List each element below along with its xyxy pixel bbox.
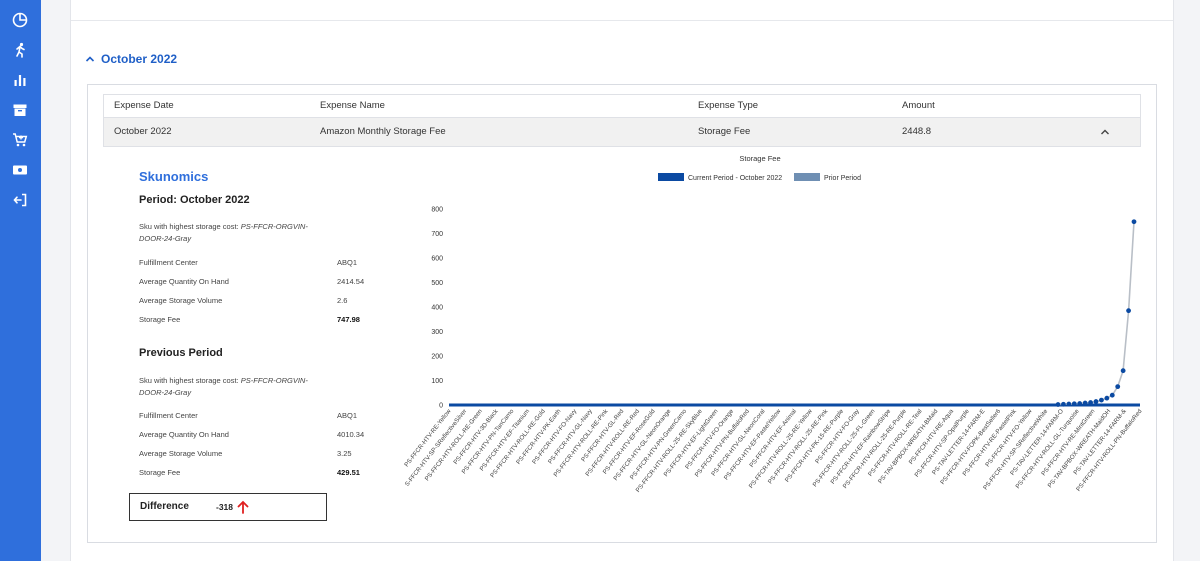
col-header-expense-name: Expense Name [320, 100, 385, 111]
current-qty-value: 2414.54 [337, 277, 365, 286]
brand-title: Skunomics [139, 169, 209, 184]
data-point [1104, 395, 1110, 401]
main-panel: October 2022 Expense Date Expense Name E… [70, 0, 1174, 561]
data-point [1088, 400, 1093, 405]
data-point [1115, 384, 1121, 390]
previous-fc-label: Fulfillment Center [139, 411, 198, 420]
cart-add-icon[interactable] [10, 130, 30, 150]
collapse-chevron-icon[interactable] [1100, 127, 1110, 137]
y-tick-label: 300 [431, 329, 443, 336]
y-tick-label: 200 [431, 354, 443, 361]
legend-label: Prior Period [824, 175, 861, 182]
previous-period-heading: Previous Period [139, 347, 223, 359]
previous-qty-value: 4010.34 [337, 430, 365, 439]
current-fc-value: ABQ1 [337, 258, 358, 267]
storage-fee-chart: Storage Fee Current Period - October 2022… [403, 154, 1144, 494]
current-volume-value: 2.6 [337, 296, 348, 305]
current-top-sku: Sku with highest storage cost: PS-FFCR-O… [139, 221, 309, 245]
previous-qty-label: Average Quantity On Hand [139, 430, 229, 439]
current-fee-label: Storage Fee [139, 315, 181, 324]
data-point [1066, 401, 1072, 407]
data-point [1082, 400, 1088, 406]
y-tick-label: 100 [431, 378, 443, 385]
running-person-icon[interactable] [10, 40, 30, 60]
difference-box: Difference -318 [129, 493, 327, 521]
data-point [1071, 401, 1077, 407]
current-qty-label: Average Quantity On Hand [139, 277, 229, 286]
col-header-expense-type: Expense Type [698, 100, 759, 111]
y-tick-label: 400 [431, 305, 443, 312]
month-section-label: October 2022 [101, 52, 178, 66]
data-point [1055, 402, 1061, 407]
y-tick-label: 800 [431, 207, 443, 214]
previous-fee-value: 429.51 [337, 468, 360, 477]
y-tick-label: 0 [439, 403, 443, 410]
data-point [1126, 308, 1131, 314]
logout-icon[interactable] [10, 190, 30, 210]
legend-label: Current Period - October 2022 [688, 175, 782, 182]
previous-sku-label: Sku with highest storage cost: [139, 376, 239, 385]
divider [71, 20, 1173, 21]
bar-chart-icon[interactable] [10, 70, 30, 90]
data-point [1061, 401, 1066, 407]
legend-swatch [794, 173, 820, 181]
dashboard-icon[interactable] [10, 10, 30, 30]
data-point [1077, 401, 1083, 406]
expense-card: Expense Date Expense Name Expense Type A… [87, 84, 1157, 543]
cell-amount: 2448.8 [902, 126, 932, 137]
previous-fc-value: ABQ1 [337, 411, 358, 420]
chevron-up-icon [85, 56, 95, 62]
month-section-toggle[interactable]: October 2022 [85, 52, 177, 66]
archive-icon[interactable] [10, 100, 30, 120]
cell-expense-name: Amazon Monthly Storage Fee [320, 126, 446, 137]
cell-expense-type: Storage Fee [698, 126, 751, 137]
legend-swatch [658, 173, 684, 181]
difference-value: -318 [216, 502, 234, 512]
cash-icon[interactable] [10, 160, 30, 180]
previous-volume-label: Average Storage Volume [139, 449, 223, 458]
difference-label: Difference [140, 501, 189, 512]
data-point [1109, 392, 1115, 398]
data-point [1131, 219, 1137, 225]
data-point [1099, 397, 1104, 403]
data-point [1093, 399, 1099, 404]
current-series-line [1057, 221, 1135, 406]
previous-top-sku: Sku with highest storage cost: PS-FFCR-O… [139, 375, 309, 399]
y-tick-label: 700 [431, 231, 443, 238]
table-header: Expense Date Expense Name Expense Type A… [104, 95, 1140, 118]
sidebar [0, 0, 41, 561]
current-period-heading: Period: October 2022 [139, 194, 250, 206]
arrow-up-icon [237, 500, 249, 514]
data-point [1120, 368, 1126, 374]
current-sku-label: Sku with highest storage cost: [139, 222, 239, 231]
col-header-amount: Amount [902, 100, 935, 111]
current-fee-value: 747.98 [337, 315, 360, 324]
expense-table: Expense Date Expense Name Expense Type A… [103, 94, 1141, 147]
previous-fee-label: Storage Fee [139, 468, 181, 477]
y-tick-label: 600 [431, 256, 443, 263]
current-volume-label: Average Storage Volume [139, 296, 223, 305]
current-fc-label: Fulfillment Center [139, 258, 198, 267]
cell-expense-date: October 2022 [114, 126, 172, 137]
chart-title: Storage Fee [739, 154, 780, 163]
x-tick-label: S-FFCR-HTV-SP-SReflectiveSilver [404, 408, 469, 488]
previous-volume-value: 3.25 [337, 449, 352, 458]
table-row[interactable]: October 2022 Amazon Monthly Storage Fee … [104, 118, 1140, 146]
y-tick-label: 500 [431, 280, 443, 287]
col-header-expense-date: Expense Date [114, 100, 174, 111]
